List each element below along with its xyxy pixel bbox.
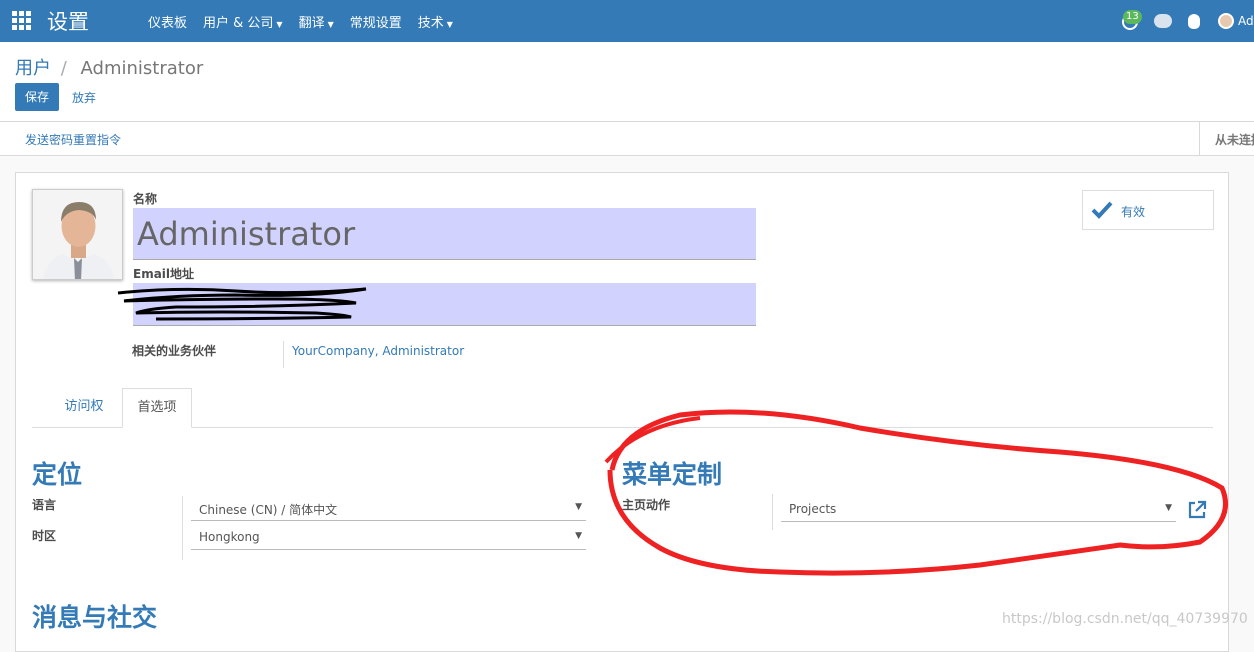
active-label: 有效 xyxy=(1121,205,1146,219)
dropdown-arrow-icon: ▼ xyxy=(1165,503,1172,513)
watermark: https://blog.csdn.net/qq_40739970 xyxy=(1002,611,1248,627)
top-navbar: 设置 仪表板 用户 & 公司▼ 翻译▼ 常规设置 技术▼ 13 Adr xyxy=(0,0,1254,42)
home-action-select[interactable]: Projects ▼ xyxy=(781,498,1176,522)
localization-separator xyxy=(182,496,183,560)
caret-down-icon: ▼ xyxy=(276,19,283,29)
save-button[interactable]: 保存 xyxy=(15,83,59,111)
control-panel: 用户 / Administrator 保存 放弃 xyxy=(0,42,1254,122)
menu-dashboard-label: 仪表板 xyxy=(148,15,188,31)
name-label: 名称 xyxy=(133,192,158,206)
language-label: 语言 xyxy=(32,498,57,512)
caret-down-icon: ▼ xyxy=(327,19,334,29)
dropdown-arrow-icon: ▼ xyxy=(575,502,582,512)
dropdown-arrow-icon: ▼ xyxy=(575,531,582,541)
send-reset-password-button[interactable]: 发送密码重置指令 xyxy=(25,131,121,148)
menu-general-settings-label: 常规设置 xyxy=(349,15,402,31)
form-sheet: 名称 Administrator Email地址 相关的业务伙伴 YourCom… xyxy=(15,172,1229,652)
app-title: 设置 xyxy=(47,10,89,34)
email-input[interactable] xyxy=(117,283,756,326)
breadcrumb: 用户 / Administrator xyxy=(15,54,203,80)
activity-button[interactable]: 13 xyxy=(1120,10,1142,32)
timezone-select[interactable]: Hongkong ▼ xyxy=(191,526,586,550)
menu-technical[interactable]: 技术 ▼ xyxy=(410,12,461,31)
form-statusbar: 发送密码重置指令 从未连接 xyxy=(0,122,1254,156)
apps-grid-icon[interactable] xyxy=(12,11,31,30)
user-photo-image xyxy=(33,190,122,279)
home-action-value: Projects xyxy=(789,502,837,516)
timezone-label: 时区 xyxy=(32,529,57,543)
notification-badge: 13 xyxy=(1123,10,1142,24)
bug-icon[interactable] xyxy=(1188,13,1200,29)
user-photo[interactable] xyxy=(32,189,123,280)
partner-label: 相关的业务伙伴 xyxy=(132,344,217,358)
tab-access-rights[interactable]: 访问权 xyxy=(48,388,120,428)
email-label: Email地址 xyxy=(133,267,195,281)
home-action-label: 主页动作 xyxy=(622,498,671,512)
partner-link[interactable]: YourCompany, Administrator xyxy=(292,344,464,358)
check-icon xyxy=(1091,201,1113,219)
messaging-title: 消息与社交 xyxy=(32,603,158,632)
active-toggle-button[interactable]: 有效 xyxy=(1082,190,1214,230)
chat-icon[interactable] xyxy=(1154,14,1172,28)
menu-users-companies-label: 用户 & 公司 xyxy=(203,15,274,31)
login-status: 从未连接 xyxy=(1199,122,1254,156)
tab-preferences[interactable]: 首选项 xyxy=(122,388,192,428)
language-select[interactable]: Chinese (CN) / 简体中文 ▼ xyxy=(191,497,586,521)
name-input[interactable]: Administrator xyxy=(133,208,756,260)
email-redaction-scribble xyxy=(117,287,367,321)
partner-separator xyxy=(283,341,284,368)
menu-custom-title: 菜单定制 xyxy=(622,460,723,489)
localization-title: 定位 xyxy=(32,460,83,489)
breadcrumb-separator: / xyxy=(60,58,67,79)
menu-translations-label: 翻译 xyxy=(298,15,325,31)
menu-dashboard[interactable]: 仪表板 xyxy=(140,12,195,31)
main-menu: 仪表板 用户 & 公司 ▼ 翻译 ▼ 常规设置 技术 ▼ xyxy=(140,0,461,42)
breadcrumb-current: Administrator xyxy=(80,58,204,79)
timezone-value: Hongkong xyxy=(199,530,260,544)
menu-general-settings[interactable]: 常规设置 xyxy=(342,12,410,31)
home-action-separator xyxy=(772,494,773,530)
systray: 13 Adr xyxy=(1120,0,1254,42)
caret-down-icon: ▼ xyxy=(446,19,453,29)
breadcrumb-users-link[interactable]: 用户 xyxy=(15,58,51,79)
menu-technical-label: 技术 xyxy=(417,15,444,31)
discard-button[interactable]: 放弃 xyxy=(72,89,96,106)
menu-translations[interactable]: 翻译 ▼ xyxy=(291,12,342,31)
menu-users-companies[interactable]: 用户 & 公司 ▼ xyxy=(195,12,291,31)
language-value: Chinese (CN) / 简体中文 xyxy=(199,503,338,517)
user-menu-name[interactable]: Adr xyxy=(1238,14,1254,28)
external-link-icon[interactable] xyxy=(1187,500,1207,520)
user-avatar[interactable] xyxy=(1218,13,1234,29)
notebook-tabs: 访问权 首选项 xyxy=(32,388,1213,428)
